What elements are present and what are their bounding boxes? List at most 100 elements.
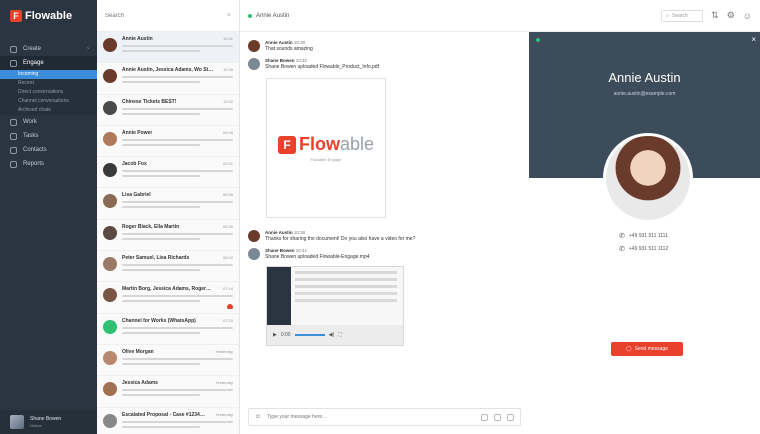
- video-progress[interactable]: [294, 334, 325, 336]
- global-search-label: Search: [671, 12, 688, 19]
- conversation-search: ×: [97, 0, 239, 32]
- conversation-body: Channel for Works (WhatsApp) 07:20: [122, 318, 233, 340]
- subnav-item-recent[interactable]: Recent: [0, 79, 97, 88]
- sidebar-item-create[interactable]: Create ›: [0, 42, 97, 56]
- switch-icon[interactable]: ⇅: [711, 10, 719, 21]
- phone-row[interactable]: ✆ +49 931 511 1111: [619, 232, 668, 240]
- preview-line: [122, 326, 233, 329]
- conversation-time: Yesterday: [215, 348, 233, 354]
- user-profile[interactable]: Shane Bowen Online: [0, 410, 97, 434]
- contact-phones: ✆ +49 931 511 1111 ✆ +49 931 511 1112: [619, 232, 668, 258]
- chat-pane: Annie Austin Annie Austin 10:30 That sou…: [240, 0, 529, 434]
- message-meta: Annie Austin 10:38: [265, 230, 415, 235]
- conversation-item[interactable]: Martin Borg, Jessica Adams, Roger… 07:44: [97, 282, 239, 314]
- search-input[interactable]: [105, 12, 227, 19]
- conversation-body: Annie Austin 10:41: [122, 36, 233, 58]
- emoji-icon[interactable]: ☺: [255, 414, 261, 420]
- phone-row[interactable]: ✆ +49 931 511 1112: [619, 245, 668, 253]
- message-author: Shane Bowen: [265, 58, 295, 63]
- conversation-item[interactable]: Lisa Gabriel 08:55: [97, 188, 239, 220]
- conversation-time: 10:02: [222, 98, 233, 104]
- sidebar: F Flowable Create › Engage Incoming Rece…: [0, 0, 97, 434]
- conversation-item[interactable]: Escalated Proposal - Case #1234… Yesterda…: [97, 408, 239, 434]
- conversation-item[interactable]: Olive Morgan Yesterday: [97, 345, 239, 377]
- global-search[interactable]: ⌕ Search: [661, 9, 704, 22]
- conversation-body: Roger Black, Ella Martin 08:30: [122, 224, 233, 246]
- avatar: [248, 230, 260, 242]
- flowable-logo-icon: F: [10, 10, 22, 22]
- conversation-item[interactable]: Roger Black, Ella Martin 08:30: [97, 220, 239, 252]
- conversation-name: Chinese Tickets BEST!: [122, 98, 177, 105]
- close-icon[interactable]: ×: [751, 35, 756, 44]
- preview-line: [122, 232, 233, 235]
- sidebar-item-tasks[interactable]: Tasks: [0, 129, 97, 143]
- fullscreen-icon[interactable]: ⛶: [338, 332, 342, 338]
- message: Shane Bowen 10:41 Shane Bowen uploaded F…: [240, 248, 529, 260]
- conversation-item[interactable]: Channel for Works (WhatsApp) 07:20: [97, 314, 239, 345]
- sidebar-item-label: Engage: [23, 60, 44, 66]
- preview-line: [122, 389, 233, 392]
- doc-logo-light: able: [339, 134, 375, 154]
- volume-icon[interactable]: ◀): [329, 332, 335, 338]
- avatar: [248, 40, 260, 52]
- conversation-time: 08:30: [222, 223, 233, 229]
- contact-email: annie.austin@example.com: [613, 91, 676, 97]
- phone-icon: ✆: [619, 246, 625, 253]
- conversation-name: Olive Morgan: [122, 348, 154, 355]
- conversation-item[interactable]: Jessica Adams Yesterday: [97, 376, 239, 408]
- conversation-body: Annie Austin, Jessica Adams, Wo St… 10:35: [122, 67, 233, 89]
- search-icon: ⌕: [666, 12, 669, 19]
- preview-line: [122, 107, 233, 110]
- sidebar-item-work[interactable]: Work: [0, 115, 97, 129]
- sidebar-item-contacts[interactable]: Contacts: [0, 143, 97, 157]
- send-icon[interactable]: [507, 413, 514, 421]
- attach-icon[interactable]: [481, 413, 488, 421]
- conversation-time: 09:21: [222, 161, 233, 167]
- message-time: 10:32: [295, 58, 308, 63]
- pdf-attachment-preview[interactable]: F Flowable Flowable Engage: [266, 78, 386, 218]
- message-input[interactable]: [267, 414, 475, 420]
- conversation-name: Annie Power: [122, 129, 153, 136]
- conversation-item[interactable]: Annie Power 09:48: [97, 126, 239, 158]
- brand[interactable]: F Flowable: [0, 0, 97, 32]
- mention-icon[interactable]: [494, 413, 501, 421]
- avatar: [103, 382, 117, 397]
- preview-line: [122, 331, 200, 334]
- sidebar-item-engage[interactable]: Engage: [0, 56, 97, 70]
- video-attachment-preview[interactable]: ▶ 0:00 ◀) ⛶: [266, 266, 404, 346]
- work-icon: [10, 118, 17, 126]
- message-time: 10:38: [293, 230, 306, 235]
- gear-icon[interactable]: ⚙: [727, 10, 735, 21]
- sidebar-item-label: Work: [23, 119, 37, 125]
- contacts-icon: [10, 146, 17, 154]
- conversation-item[interactable]: Peter Samuel, Lisa Richards 08:02: [97, 251, 239, 283]
- sidebar-item-label: Create: [23, 46, 42, 52]
- video-controls: ▶ 0:00 ◀) ⛶: [267, 325, 403, 345]
- conversation-item[interactable]: Annie Austin 10:41: [97, 32, 239, 64]
- doc-tagline: Flowable Engage: [310, 157, 342, 162]
- subnav-item-archived[interactable]: Archived chats: [0, 106, 97, 115]
- close-icon[interactable]: ×: [227, 12, 231, 19]
- conversation-body: Lisa Gabriel 08:55: [122, 192, 233, 214]
- subnav-item-direct[interactable]: Direct conversations: [0, 88, 97, 97]
- chat-title: Annie Austin: [256, 12, 290, 19]
- conversation-name: Annie Austin, Jessica Adams, Wo St…: [122, 67, 214, 74]
- send-message-button[interactable]: ◯ Send message: [611, 342, 683, 356]
- play-icon[interactable]: ▶: [273, 332, 277, 338]
- preview-line: [122, 264, 233, 267]
- subnav-item-channel[interactable]: Channel conversations: [0, 97, 97, 106]
- sidebar-item-reports[interactable]: Reports: [0, 157, 97, 171]
- subnav-item-incoming[interactable]: Incoming: [0, 70, 97, 79]
- preview-line: [122, 425, 200, 428]
- user-icon[interactable]: ☺: [743, 11, 752, 21]
- message-author: Shane Bowen: [265, 248, 295, 253]
- document-logo: F Flowable: [277, 134, 375, 155]
- conversation-item[interactable]: Chinese Tickets BEST! 10:02: [97, 95, 239, 126]
- conversation-item[interactable]: Annie Austin, Jessica Adams, Wo St… 10:35: [97, 63, 239, 95]
- conversation-item[interactable]: Jacob Fox 09:21: [97, 157, 239, 189]
- message: Annie Austin 10:30 That sounds amazing: [240, 40, 529, 52]
- engage-subnav: Incoming Recent Direct conversations Cha…: [0, 70, 97, 115]
- message-meta: Shane Bowen 10:41: [265, 248, 370, 253]
- conversation-body: Escalated Proposal - Case #1234… Yesterda…: [122, 412, 233, 434]
- preview-line: [122, 295, 233, 298]
